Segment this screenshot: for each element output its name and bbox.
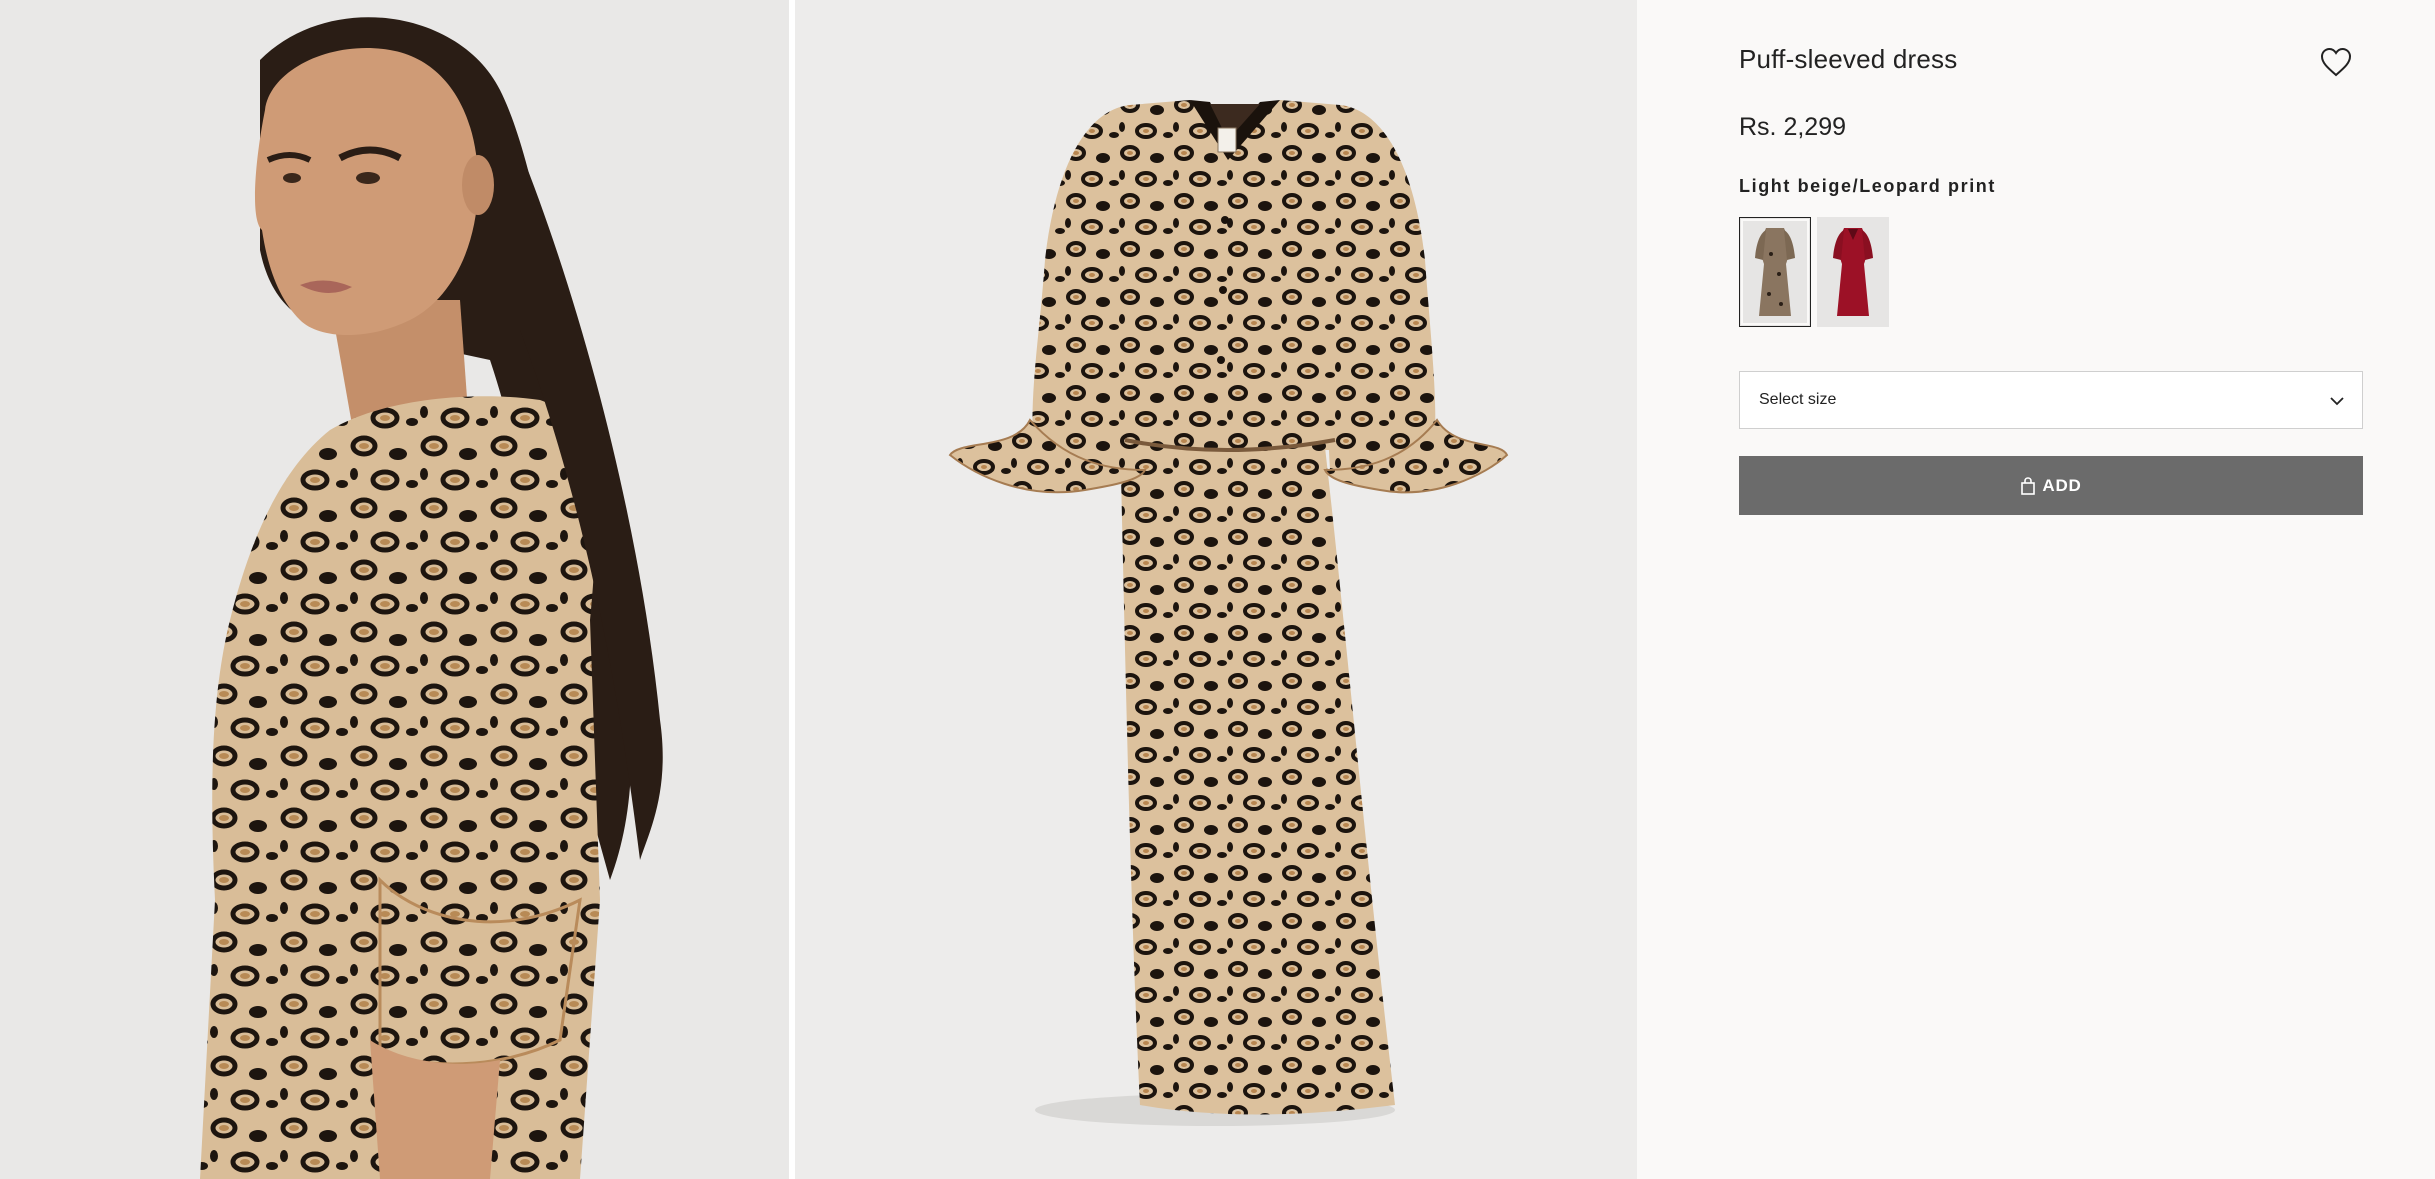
add-button-label: ADD — [2042, 475, 2082, 495]
size-select[interactable]: Select size — [1739, 371, 2363, 429]
model-photo-illustration — [0, 0, 789, 1179]
swatch-red[interactable] — [1817, 217, 1889, 327]
heart-outline-icon — [2320, 47, 2352, 77]
product-price: Rs. 2,299 — [1739, 113, 1847, 141]
product-title: Puff-sleeved dress — [1739, 44, 1958, 74]
swatch-leopard[interactable] — [1739, 217, 1811, 327]
product-photo[interactable] — [795, 0, 1637, 1179]
red-dress-thumbnail — [1833, 228, 1873, 316]
product-info-panel: Puff-sleeved dress Rs. 2,299 Light beige… — [1637, 0, 2435, 1179]
selected-color-label: Light beige/Leopard print — [1739, 176, 1996, 196]
add-to-bag-button[interactable]: ADD — [1739, 456, 2363, 515]
favorite-button[interactable] — [2318, 44, 2354, 80]
shopping-bag-icon — [2021, 476, 2036, 495]
model-photo[interactable] — [0, 0, 789, 1179]
product-page: Puff-sleeved dress Rs. 2,299 Light beige… — [0, 0, 2435, 1179]
color-swatches — [1739, 217, 1889, 327]
size-select-label: Select size — [1759, 391, 1837, 408]
chevron-down-icon — [2330, 397, 2344, 406]
product-photo-illustration — [795, 0, 1637, 1179]
leopard-dress-thumbnail — [1755, 228, 1795, 316]
